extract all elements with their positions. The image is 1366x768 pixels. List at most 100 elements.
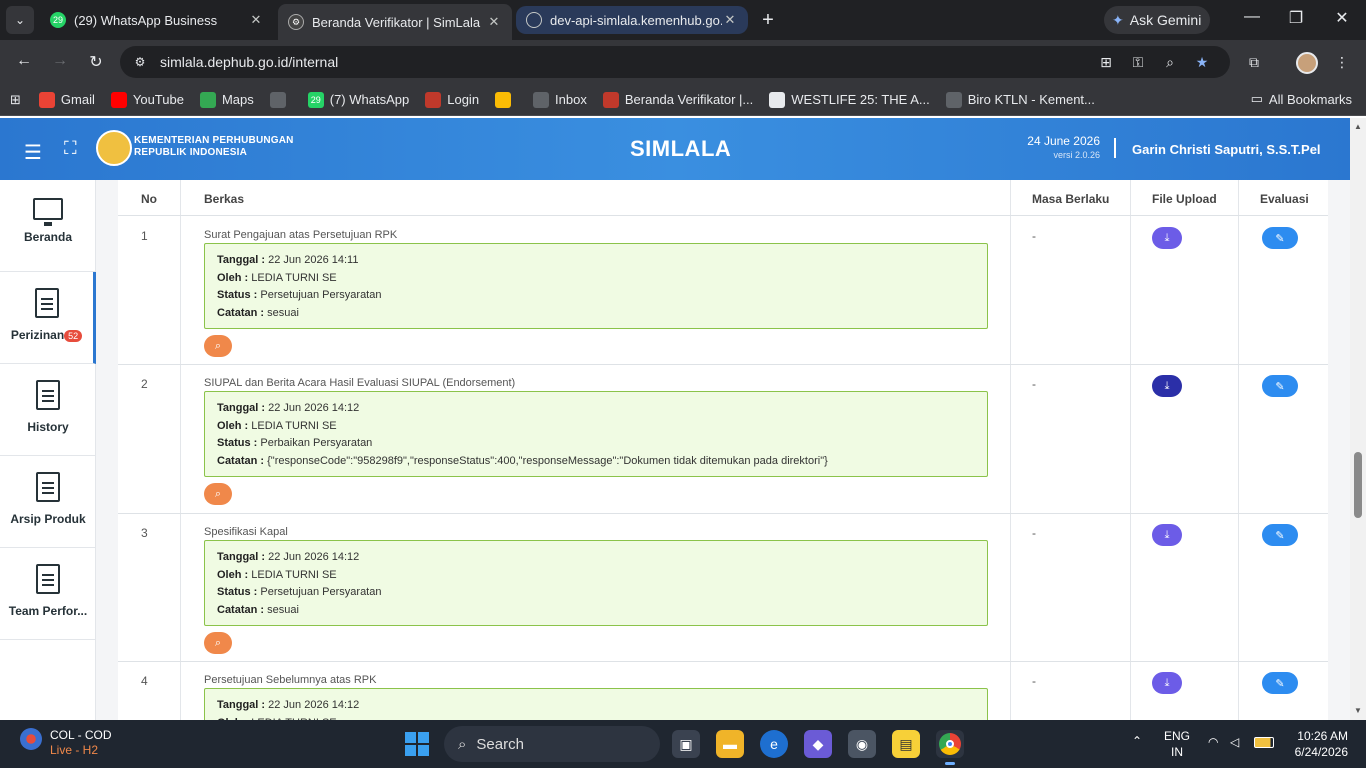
- user-name[interactable]: Garin Christi Saputri, S.S.T.Pel: [1132, 142, 1321, 157]
- copilot-icon[interactable]: ◆: [804, 730, 832, 758]
- fullscreen-icon[interactable]: ⛶: [64, 138, 77, 159]
- download-file-button[interactable]: ⤓: [1152, 524, 1182, 546]
- tab-whatsapp[interactable]: 29 (29) WhatsApp Business ✕: [40, 6, 274, 34]
- profile-avatar[interactable]: [1296, 52, 1318, 74]
- install-app-icon[interactable]: ⊞: [1096, 54, 1116, 71]
- bookmark-star-icon[interactable]: ★: [1192, 54, 1212, 71]
- apps-grid-icon[interactable]: ⊞: [10, 92, 21, 108]
- evaluate-button[interactable]: ✎: [1262, 375, 1298, 397]
- task-view-icon[interactable]: ▣: [672, 730, 700, 758]
- close-window-icon[interactable]: ✕: [1330, 8, 1354, 28]
- chevron-up-icon[interactable]: ⌃: [1132, 734, 1142, 748]
- file-explorer-icon[interactable]: ▬: [716, 730, 744, 758]
- sidebar-item-beranda[interactable]: Beranda: [0, 180, 96, 272]
- info-catatan-line: Catatan : {"responseCode":"958298f9","re…: [217, 453, 975, 471]
- bookmark-item[interactable]: WESTLIFE 25: THE A...: [769, 91, 930, 108]
- hamburger-menu-icon[interactable]: ☰: [24, 140, 42, 165]
- close-icon[interactable]: ✕: [248, 12, 264, 28]
- bookmark-item[interactable]: Beranda Verifikator |...: [602, 91, 754, 108]
- download-file-button[interactable]: ⤓: [1152, 672, 1182, 694]
- header-berkas: Berkas: [204, 192, 245, 206]
- bookmark-item[interactable]: Login: [425, 91, 479, 108]
- bookmark-label: (7) WhatsApp: [329, 92, 410, 107]
- chrome-icon[interactable]: [936, 730, 964, 765]
- bookmark-item[interactable]: Inbox: [533, 91, 587, 108]
- minimize-icon[interactable]: —: [1240, 8, 1264, 26]
- table-row: 2 SIUPAL dan Berita Acara Hasil Evaluasi …: [118, 365, 1328, 514]
- key-icon[interactable]: ⚿: [1128, 54, 1148, 71]
- scroll-down-icon[interactable]: ▼: [1354, 706, 1362, 715]
- url-text[interactable]: simlala.dephub.go.id/internal: [160, 54, 338, 70]
- sidebar-item-perizinan[interactable]: Perizinan 52: [0, 272, 96, 364]
- download-file-button[interactable]: ⤓: [1152, 375, 1182, 397]
- start-button[interactable]: [405, 732, 429, 756]
- tab-title: Beranda Verifikator | SimLala: [312, 14, 481, 30]
- menu-dots-icon[interactable]: ⋮: [1332, 54, 1352, 71]
- system-clock[interactable]: 10:26 AM 6/24/2026: [1295, 728, 1348, 760]
- bookmark-item[interactable]: YouTube: [110, 91, 184, 108]
- evaluate-button[interactable]: ✎: [1262, 672, 1298, 694]
- view-detail-button[interactable]: ⌕: [204, 483, 232, 505]
- app-title: SIMLALA: [630, 136, 732, 161]
- bookmark-item[interactable]: [495, 91, 517, 108]
- volume-icon[interactable]: ◁: [1230, 735, 1239, 749]
- taskbar-search[interactable]: ⌕ Search: [444, 726, 660, 762]
- masa-berlaku-value: -: [1032, 229, 1036, 243]
- language-indicator[interactable]: ENG IN: [1164, 728, 1190, 760]
- reload-icon[interactable]: ↻: [86, 52, 106, 72]
- info-oleh-line: Oleh : LEDIA TURNI SE: [217, 270, 975, 288]
- edge-icon[interactable]: e: [760, 730, 788, 758]
- bookmark-item[interactable]: Maps: [199, 91, 254, 108]
- page-scrollbar[interactable]: ▲ ▼: [1350, 118, 1366, 720]
- info-tanggal-line: Tanggal : 22 Jun 2026 14:11: [217, 252, 975, 270]
- scroll-up-icon[interactable]: ▲: [1354, 122, 1362, 131]
- gemini-label: Ask Gemini: [1129, 12, 1202, 28]
- tab-dev-api[interactable]: dev-api-simlala.kemenhub.go.id ✕: [516, 6, 748, 34]
- close-icon[interactable]: ✕: [722, 12, 738, 28]
- new-tab-button[interactable]: +: [756, 8, 780, 32]
- bookmark-item[interactable]: 29 (7) WhatsApp: [307, 91, 410, 108]
- tab-title: (29) WhatsApp Business: [74, 12, 218, 28]
- table-header: No Berkas Masa Berlaku File Upload Evalu…: [118, 180, 1328, 216]
- battery-icon[interactable]: [1254, 737, 1274, 748]
- table-row: 3 Spesifikasi Kapal Tanggal : 22 Jun 2026 …: [118, 514, 1328, 662]
- back-icon[interactable]: ←: [14, 52, 34, 70]
- bookmark-item[interactable]: Biro KTLN - Kement...: [945, 91, 1095, 108]
- info-tanggal-value: 22 Jun 2026 14:11: [268, 254, 359, 266]
- extensions-icon[interactable]: ⧉: [1244, 54, 1264, 71]
- evaluate-button[interactable]: ✎: [1262, 227, 1298, 249]
- scroll-thumb[interactable]: [1354, 452, 1362, 518]
- weather-widget[interactable]: COL - COD Live - H2: [20, 728, 112, 758]
- tab-search-button[interactable]: ⌄: [6, 6, 34, 34]
- bookmark-item[interactable]: [269, 91, 292, 108]
- ask-gemini-button[interactable]: ✦ Ask Gemini: [1104, 6, 1210, 34]
- info-catatan-label: Catatan :: [217, 603, 265, 616]
- restore-icon[interactable]: ❐: [1284, 8, 1308, 28]
- zoom-icon[interactable]: ⌕: [1160, 54, 1180, 71]
- camera-icon[interactable]: ◉: [848, 730, 876, 758]
- download-file-button[interactable]: ⤓: [1152, 227, 1182, 249]
- edit-icon: ✎: [1275, 232, 1285, 245]
- bookmark-item[interactable]: Gmail: [38, 91, 95, 108]
- sidebar-item-team-performance[interactable]: Team Perfor...: [0, 548, 96, 640]
- address-bar[interactable]: ⚙ simlala.dephub.go.id/internal: [120, 46, 1230, 78]
- all-bookmarks-button[interactable]: ▭ All Bookmarks: [1251, 91, 1352, 107]
- document-icon: [34, 288, 59, 318]
- tab-simlala[interactable]: ⚙ Beranda Verifikator | SimLala ✕: [278, 4, 512, 40]
- evaluate-button[interactable]: ✎: [1262, 524, 1298, 546]
- sidebar-item-label: Perizinan: [10, 328, 65, 342]
- sidebar-item-arsip-produk[interactable]: Arsip Produk: [0, 456, 96, 548]
- forward-icon[interactable]: →: [50, 52, 70, 70]
- wifi-icon[interactable]: ◠: [1208, 735, 1218, 749]
- bookmark-label: Beranda Verifikator |...: [624, 92, 754, 107]
- whatsapp-icon: 29: [50, 12, 66, 28]
- browser-tab-bar: ⌄ 29 (29) WhatsApp Business ✕ ⚙ Beranda …: [0, 0, 1366, 40]
- simlala-icon: [602, 91, 619, 108]
- info-tanggal-value: 22 Jun 2026 14:12: [268, 551, 360, 563]
- site-info-icon[interactable]: ⚙: [130, 55, 150, 69]
- sidebar-item-history[interactable]: History: [0, 364, 96, 456]
- view-detail-button[interactable]: ⌕: [204, 335, 232, 357]
- close-icon[interactable]: ✕: [486, 14, 502, 30]
- sticky-notes-icon[interactable]: ▤: [892, 730, 920, 758]
- view-detail-button[interactable]: ⌕: [204, 632, 232, 654]
